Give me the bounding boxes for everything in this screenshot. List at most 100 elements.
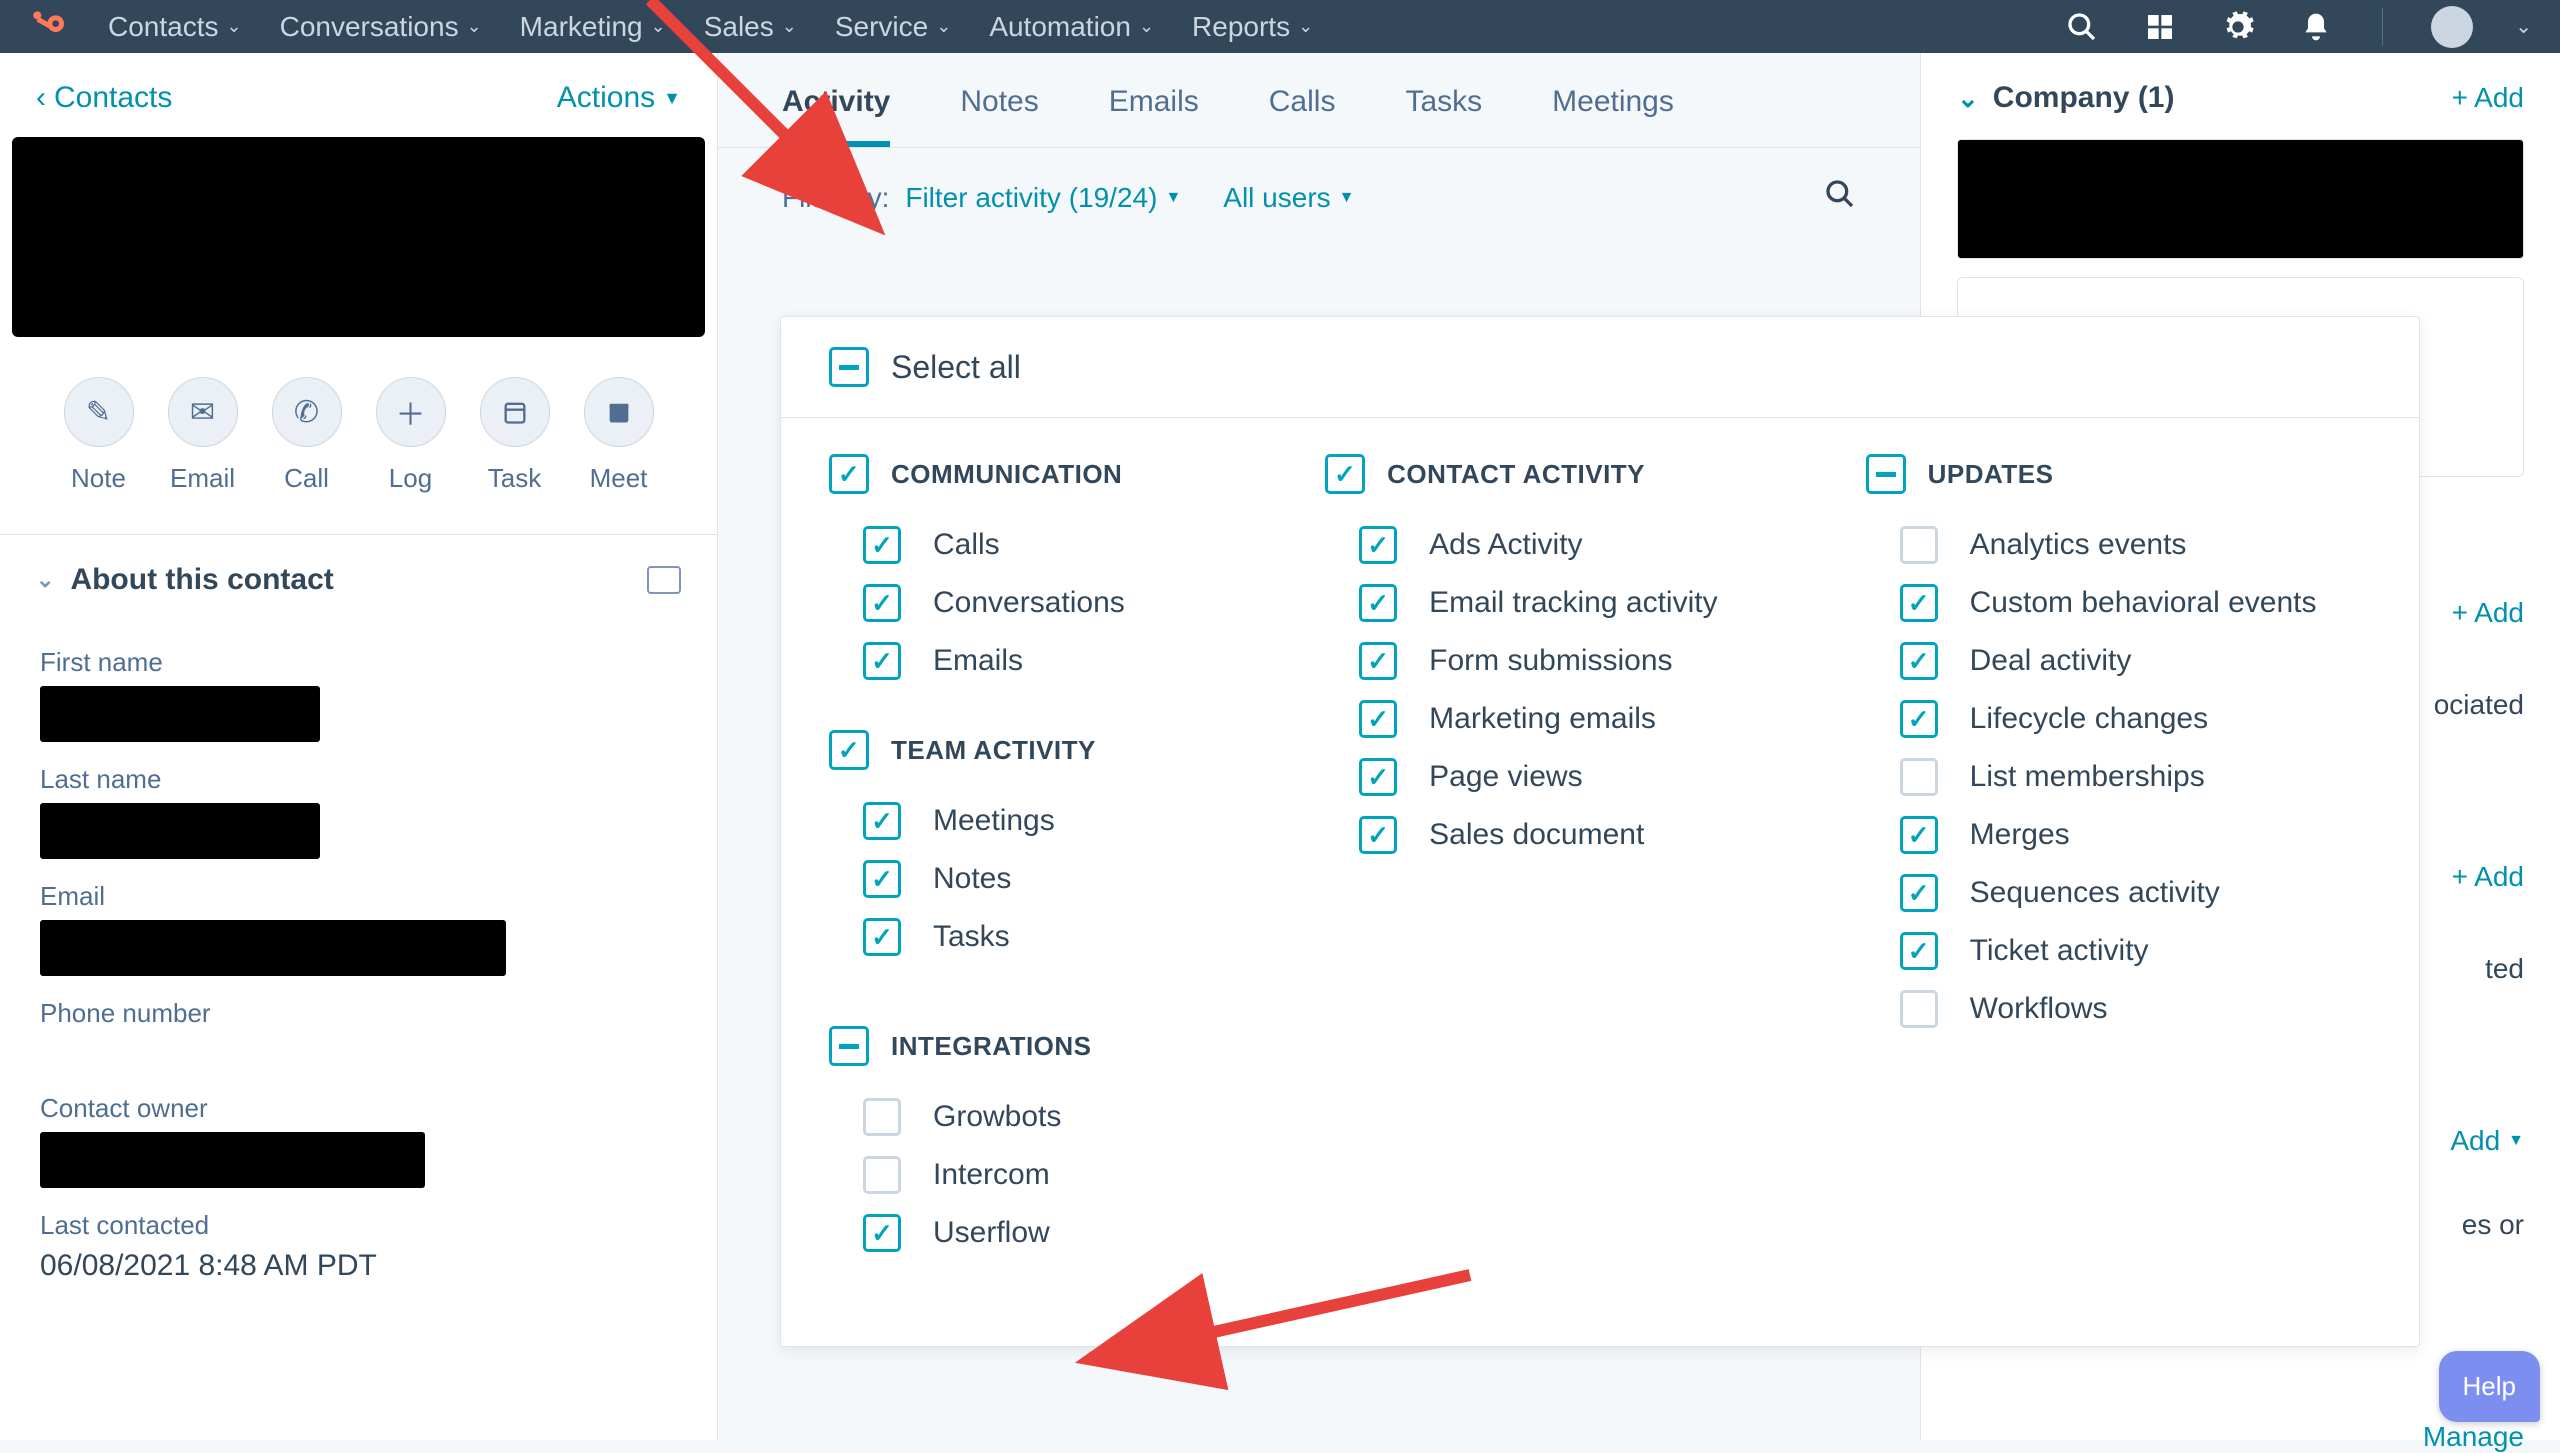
checkbox[interactable] xyxy=(863,1214,901,1252)
checkbox[interactable] xyxy=(1359,642,1397,680)
tab-emails[interactable]: Emails xyxy=(1109,85,1199,147)
filter-deal-activity[interactable]: Deal activity xyxy=(1866,632,2371,690)
filter-ticket-activity[interactable]: Ticket activity xyxy=(1866,922,2371,980)
log-button[interactable]: ＋Log xyxy=(376,377,446,494)
group-updates-head[interactable]: UPDATES xyxy=(1866,454,2371,494)
group-integrations-head[interactable]: INTEGRATIONS xyxy=(829,1026,1281,1066)
checkbox[interactable] xyxy=(1900,584,1938,622)
tab-notes[interactable]: Notes xyxy=(960,85,1038,147)
checkbox[interactable] xyxy=(1900,816,1938,854)
checkbox[interactable] xyxy=(1900,990,1938,1028)
nav-conversations[interactable]: Conversations⌄ xyxy=(280,11,482,43)
filter-page-views[interactable]: Page views xyxy=(1325,748,1821,806)
filter-activity-dropdown[interactable]: Filter activity (19/24) ▼ xyxy=(905,182,1181,214)
filter-ads[interactable]: Ads Activity xyxy=(1325,516,1821,574)
checkbox[interactable] xyxy=(1359,758,1397,796)
task-button[interactable]: Task xyxy=(480,377,550,494)
back-contacts-link[interactable]: ‹ Contacts xyxy=(36,81,172,115)
checkbox[interactable] xyxy=(863,802,901,840)
checkbox[interactable] xyxy=(863,860,901,898)
filter-meetings[interactable]: Meetings xyxy=(829,792,1281,850)
details-icon[interactable] xyxy=(647,566,681,594)
filter-tasks[interactable]: Tasks xyxy=(829,908,1281,966)
call-button[interactable]: ✆Call xyxy=(272,377,342,494)
add-company-link[interactable]: + Add xyxy=(2452,82,2524,114)
company-section-toggle[interactable]: ⌄ Company (1) xyxy=(1957,81,2174,115)
settings-icon[interactable] xyxy=(2220,9,2256,45)
checkbox[interactable] xyxy=(1900,700,1938,738)
nav-reports[interactable]: Reports⌄ xyxy=(1192,11,1313,43)
checkbox[interactable] xyxy=(1359,526,1397,564)
last-name-value-redacted[interactable] xyxy=(40,803,320,859)
filter-calls[interactable]: Calls xyxy=(829,516,1281,574)
meet-button[interactable]: Meet xyxy=(584,377,654,494)
checkbox[interactable] xyxy=(1866,454,1906,494)
email-button[interactable]: ✉Email xyxy=(168,377,238,494)
select-all-row[interactable]: Select all xyxy=(781,317,2419,418)
filter-custom-behavioral[interactable]: Custom behavioral events xyxy=(1866,574,2371,632)
checkbox[interactable] xyxy=(1900,642,1938,680)
checkbox[interactable] xyxy=(1900,874,1938,912)
checkbox[interactable] xyxy=(1900,932,1938,970)
checkbox[interactable] xyxy=(1900,526,1938,564)
filter-form-submissions[interactable]: Form submissions xyxy=(1325,632,1821,690)
add-link[interactable]: + Add xyxy=(2452,861,2524,893)
owner-value-redacted[interactable] xyxy=(40,1132,425,1188)
add-link[interactable]: + Add xyxy=(2452,597,2524,629)
checkbox[interactable] xyxy=(863,1098,901,1136)
nav-automation[interactable]: Automation⌄ xyxy=(989,11,1154,43)
filter-workflows[interactable]: Workflows xyxy=(1866,980,2371,1038)
checkbox[interactable] xyxy=(863,918,901,956)
chevron-down-icon[interactable]: ⌄ xyxy=(2515,14,2532,39)
help-button[interactable]: Help xyxy=(2439,1351,2540,1422)
tab-meetings[interactable]: Meetings xyxy=(1552,85,1674,147)
checkbox[interactable] xyxy=(863,584,901,622)
filter-conversations[interactable]: Conversations xyxy=(829,574,1281,632)
filter-sequences[interactable]: Sequences activity xyxy=(1866,864,2371,922)
search-icon[interactable] xyxy=(2064,9,2100,45)
select-all-checkbox[interactable] xyxy=(829,347,869,387)
checkbox[interactable] xyxy=(829,1026,869,1066)
manage-link[interactable]: Manage xyxy=(1957,1421,2524,1453)
about-section-toggle[interactable]: ⌄ About this contact xyxy=(0,535,717,625)
checkbox[interactable] xyxy=(829,454,869,494)
group-team-head[interactable]: TEAM ACTIVITY xyxy=(829,730,1281,770)
filter-emails[interactable]: Emails xyxy=(829,632,1281,690)
checkbox[interactable] xyxy=(863,642,901,680)
marketplace-icon[interactable] xyxy=(2142,9,2178,45)
filter-userflow[interactable]: Userflow xyxy=(829,1204,1281,1262)
note-button[interactable]: ✎Note xyxy=(64,377,134,494)
checkbox[interactable] xyxy=(863,526,901,564)
group-contact-head[interactable]: CONTACT ACTIVITY xyxy=(1325,454,1821,494)
filter-intercom[interactable]: Intercom xyxy=(829,1146,1281,1204)
group-communication-head[interactable]: COMMUNICATION xyxy=(829,454,1281,494)
email-value-redacted[interactable] xyxy=(40,920,506,976)
filter-notes[interactable]: Notes xyxy=(829,850,1281,908)
checkbox[interactable] xyxy=(1359,700,1397,738)
nav-contacts[interactable]: Contacts⌄ xyxy=(108,11,242,43)
chevron-down-icon: ⌄ xyxy=(227,16,242,37)
search-icon[interactable] xyxy=(1824,178,1856,218)
first-name-value-redacted[interactable] xyxy=(40,686,320,742)
checkbox[interactable] xyxy=(1359,584,1397,622)
checkbox[interactable] xyxy=(1359,816,1397,854)
checkbox[interactable] xyxy=(863,1156,901,1194)
filter-sales-document[interactable]: Sales document xyxy=(1325,806,1821,864)
filter-lifecycle[interactable]: Lifecycle changes xyxy=(1866,690,2371,748)
tab-calls[interactable]: Calls xyxy=(1269,85,1336,147)
filter-email-tracking[interactable]: Email tracking activity xyxy=(1325,574,1821,632)
checkbox[interactable] xyxy=(1900,758,1938,796)
filter-analytics-events[interactable]: Analytics events xyxy=(1866,516,2371,574)
filter-marketing-emails[interactable]: Marketing emails xyxy=(1325,690,1821,748)
company-card-redacted[interactable] xyxy=(1957,139,2524,259)
checkbox[interactable] xyxy=(829,730,869,770)
filter-merges[interactable]: Merges xyxy=(1866,806,2371,864)
avatar[interactable] xyxy=(2431,6,2473,48)
checkbox[interactable] xyxy=(1325,454,1365,494)
notifications-icon[interactable] xyxy=(2298,9,2334,45)
hubspot-logo-icon[interactable] xyxy=(28,6,70,48)
tab-tasks[interactable]: Tasks xyxy=(1405,85,1482,147)
filter-growbots[interactable]: Growbots xyxy=(829,1088,1281,1146)
filter-users-dropdown[interactable]: All users ▼ xyxy=(1223,182,1354,214)
filter-list-memberships[interactable]: List memberships xyxy=(1866,748,2371,806)
